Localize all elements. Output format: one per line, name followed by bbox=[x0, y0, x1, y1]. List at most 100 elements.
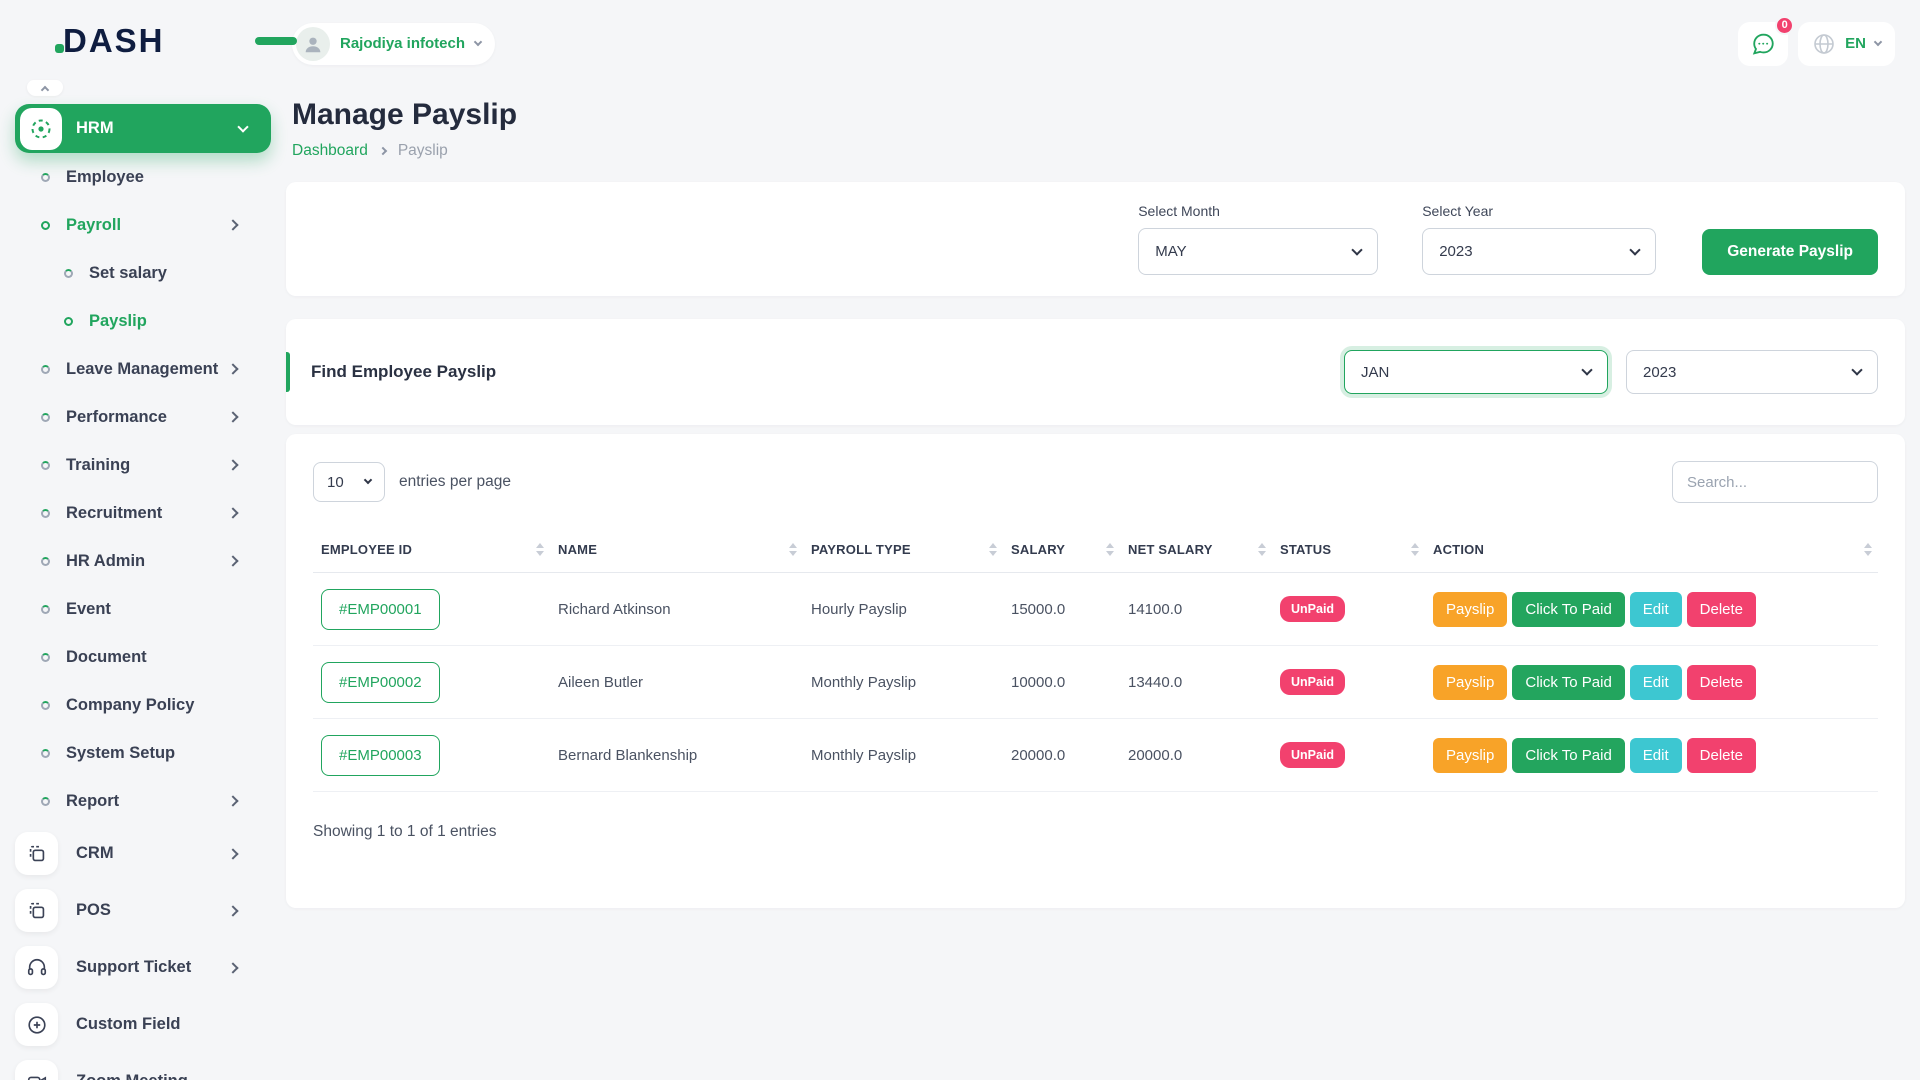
year-select[interactable]: 2023 bbox=[1422, 228, 1656, 275]
employee-id-button[interactable]: #EMP00002 bbox=[321, 662, 440, 703]
payslip-button[interactable]: Payslip bbox=[1433, 738, 1507, 773]
payslip-button[interactable]: Payslip bbox=[1433, 592, 1507, 627]
main-content: Rajodiya infotech 0 EN bbox=[286, 0, 1920, 908]
select-month-label: Select Month bbox=[1138, 203, 1378, 219]
payslip-button[interactable]: Payslip bbox=[1433, 665, 1507, 700]
delete-button[interactable]: Delete bbox=[1687, 738, 1756, 773]
sidebar-scroll-up[interactable] bbox=[27, 80, 63, 96]
select-month-field: Select Month MAY bbox=[1138, 203, 1378, 275]
chevron-up-icon bbox=[41, 86, 49, 94]
sort-icon bbox=[536, 543, 544, 556]
globe-icon bbox=[1812, 32, 1836, 56]
bullet-icon bbox=[41, 797, 50, 806]
col-salary[interactable]: SALARY bbox=[1003, 527, 1120, 573]
headset-icon bbox=[15, 946, 58, 989]
breadcrumb-current: Payslip bbox=[398, 142, 448, 160]
bullet-icon bbox=[41, 701, 50, 710]
sidebar-item-leave-management[interactable]: Leave Management bbox=[15, 345, 271, 393]
edit-button[interactable]: Edit bbox=[1630, 592, 1682, 627]
col-payroll-type[interactable]: PAYROLL TYPE bbox=[803, 527, 1003, 573]
sidebar-item-system-setup[interactable]: System Setup bbox=[15, 729, 271, 777]
sidebar-item-support-ticket[interactable]: Support Ticket bbox=[15, 939, 271, 996]
language-label: EN bbox=[1845, 35, 1866, 52]
bullet-icon bbox=[41, 557, 50, 566]
select-year-label: Select Year bbox=[1422, 203, 1656, 219]
circle-plus-icon bbox=[15, 1003, 58, 1046]
delete-button[interactable]: Delete bbox=[1687, 665, 1756, 700]
sidebar-group-hrm[interactable]: HRM bbox=[15, 104, 271, 153]
col-net-salary[interactable]: NET SALARY bbox=[1120, 527, 1272, 573]
table-header-row: EMPLOYEE ID NAME PAYROLL TYPE SALARY NET… bbox=[313, 527, 1878, 573]
entries-per-page-select[interactable]: 10 bbox=[313, 462, 385, 502]
edit-button[interactable]: Edit bbox=[1630, 738, 1682, 773]
sidebar-item-performance[interactable]: Performance bbox=[15, 393, 271, 441]
messages-button[interactable]: 0 bbox=[1738, 22, 1788, 66]
employee-name: Bernard Blankenship bbox=[550, 719, 803, 792]
bullet-icon bbox=[41, 461, 50, 470]
chevron-down-icon bbox=[474, 37, 482, 45]
sidebar-item-set-salary[interactable]: Set salary bbox=[15, 249, 271, 297]
payroll-type: Monthly Payslip bbox=[803, 719, 1003, 792]
find-month-select[interactable]: JAN bbox=[1344, 350, 1608, 394]
sidebar-item-document[interactable]: Document bbox=[15, 633, 271, 681]
search-input[interactable] bbox=[1672, 461, 1878, 503]
chevron-down-icon bbox=[1851, 364, 1862, 375]
sidebar: DASH HRM Employee Payroll Set salary Pay… bbox=[0, 0, 286, 1080]
bullet-icon bbox=[41, 605, 50, 614]
bullet-icon bbox=[41, 749, 50, 758]
topbar: Rajodiya infotech 0 EN bbox=[286, 0, 1905, 72]
sidebar-item-zoom-meeting[interactable]: Zoom Meeting bbox=[15, 1053, 271, 1080]
sidebar-item-pos[interactable]: POS bbox=[15, 882, 271, 939]
chevron-right-icon bbox=[227, 219, 238, 230]
language-selector[interactable]: EN bbox=[1798, 22, 1895, 66]
sidebar-item-payslip[interactable]: Payslip bbox=[15, 297, 271, 345]
sidebar-item-event[interactable]: Event bbox=[15, 585, 271, 633]
bullet-icon bbox=[41, 509, 50, 518]
company-switcher[interactable]: Rajodiya infotech bbox=[292, 23, 495, 65]
bullet-icon bbox=[41, 413, 50, 422]
sidebar-item-employee[interactable]: Employee bbox=[15, 153, 271, 201]
chevron-right-icon bbox=[227, 848, 238, 859]
entries-per-page-label: entries per page bbox=[399, 473, 511, 491]
sidebar-item-crm[interactable]: CRM bbox=[15, 825, 271, 882]
chevron-right-icon bbox=[227, 555, 238, 566]
status-badge: UnPaid bbox=[1280, 669, 1345, 695]
col-name[interactable]: NAME bbox=[550, 527, 803, 573]
employee-id-button[interactable]: #EMP00001 bbox=[321, 589, 440, 630]
click-to-paid-button[interactable]: Click To Paid bbox=[1512, 665, 1624, 700]
chevron-down-icon bbox=[1581, 364, 1592, 375]
sidebar-item-payroll[interactable]: Payroll bbox=[15, 201, 271, 249]
breadcrumb-dashboard-link[interactable]: Dashboard bbox=[292, 142, 368, 160]
col-status[interactable]: STATUS bbox=[1272, 527, 1425, 573]
sidebar-item-custom-field[interactable]: Custom Field bbox=[15, 996, 271, 1053]
net-salary: 20000.0 bbox=[1120, 719, 1272, 792]
bullet-icon bbox=[64, 269, 73, 278]
sidebar-item-recruitment[interactable]: Recruitment bbox=[15, 489, 271, 537]
bullet-icon bbox=[41, 221, 50, 230]
edit-button[interactable]: Edit bbox=[1630, 665, 1682, 700]
row-actions: Payslip Click To Paid Edit Delete bbox=[1433, 738, 1872, 773]
col-action[interactable]: ACTION bbox=[1425, 527, 1878, 573]
generate-payslip-button[interactable]: Generate Payslip bbox=[1702, 229, 1878, 275]
notification-badge: 0 bbox=[1775, 16, 1794, 35]
dash-logo[interactable]: DASH bbox=[63, 20, 271, 62]
col-employee-id[interactable]: EMPLOYEE ID bbox=[313, 527, 550, 573]
employee-name: Aileen Butler bbox=[550, 646, 803, 719]
sidebar-item-training[interactable]: Training bbox=[15, 441, 271, 489]
payroll-type: Hourly Payslip bbox=[803, 573, 1003, 646]
sort-icon bbox=[1106, 543, 1114, 556]
copy-icon bbox=[15, 889, 58, 932]
month-select[interactable]: MAY bbox=[1138, 228, 1378, 275]
sidebar-group-label: HRM bbox=[76, 119, 114, 138]
click-to-paid-button[interactable]: Click To Paid bbox=[1512, 592, 1624, 627]
sort-icon bbox=[1864, 543, 1872, 556]
employee-id-button[interactable]: #EMP00003 bbox=[321, 735, 440, 776]
find-year-select[interactable]: 2023 bbox=[1626, 350, 1878, 394]
sidebar-item-report[interactable]: Report bbox=[15, 777, 271, 825]
sidebar-item-hr-admin[interactable]: HR Admin bbox=[15, 537, 271, 585]
video-camera-icon bbox=[15, 1060, 58, 1080]
sidebar-item-company-policy[interactable]: Company Policy bbox=[15, 681, 271, 729]
delete-button[interactable]: Delete bbox=[1687, 592, 1756, 627]
payslip-table: EMPLOYEE ID NAME PAYROLL TYPE SALARY NET… bbox=[313, 527, 1878, 792]
click-to-paid-button[interactable]: Click To Paid bbox=[1512, 738, 1624, 773]
